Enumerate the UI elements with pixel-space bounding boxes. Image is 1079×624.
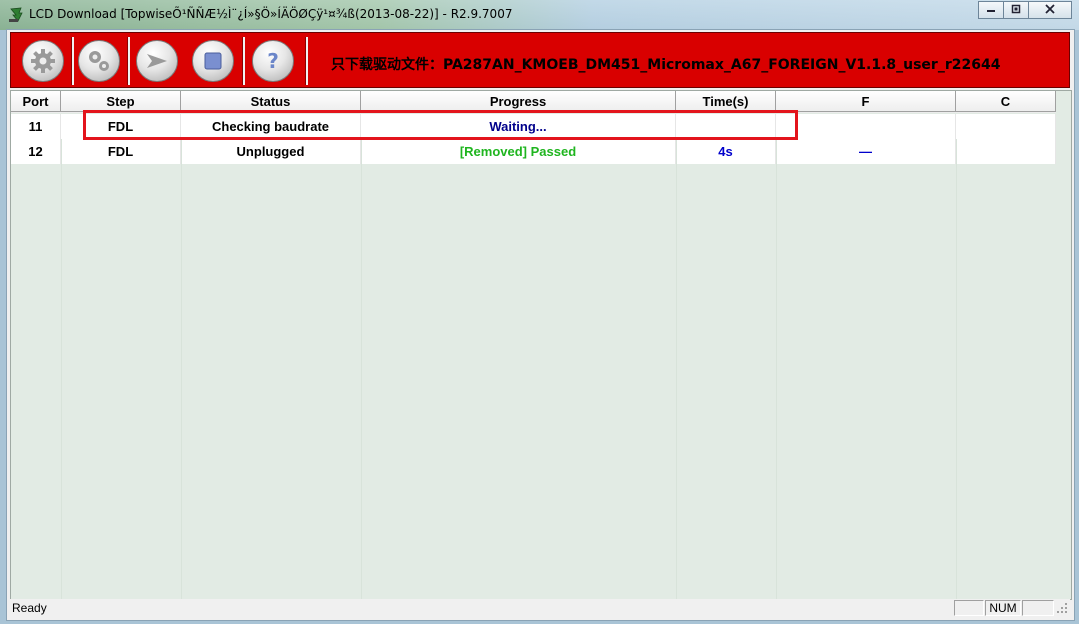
port-cell: 11 bbox=[11, 114, 61, 139]
column-header-c[interactable]: C bbox=[956, 91, 1056, 112]
close-icon bbox=[1045, 3, 1055, 17]
window-title: LCD Download [TopwiseÕ¹ÑÑÆ½Ì¨¿Í»§Ö»ÍÄÖØÇ… bbox=[29, 7, 513, 21]
toolbar: ? 只下载驱动文件：PA287AN_KMOEB_DM451_Micromax_A… bbox=[10, 32, 1070, 88]
grid-line bbox=[776, 139, 777, 599]
grid-line bbox=[956, 139, 957, 599]
grid-header: Port Step Status Progress Time(s) F C bbox=[11, 91, 1056, 113]
column-header-status[interactable]: Status bbox=[181, 91, 361, 112]
step-cell: FDL bbox=[61, 139, 181, 164]
maximize-icon bbox=[1011, 4, 1021, 17]
question-icon: ? bbox=[267, 49, 279, 73]
column-header-f[interactable]: F bbox=[776, 91, 956, 112]
c-cell bbox=[956, 139, 1056, 164]
toolbar-separator bbox=[305, 37, 308, 85]
step-cell: FDL bbox=[61, 114, 181, 139]
grid-line bbox=[676, 139, 677, 599]
column-header-step[interactable]: Step bbox=[61, 91, 181, 112]
time-cell bbox=[676, 114, 776, 139]
f-cell bbox=[776, 114, 956, 139]
port-grid[interactable]: Port Step Status Progress Time(s) F C 11… bbox=[10, 90, 1072, 600]
status-cell: Unplugged bbox=[181, 139, 361, 164]
gear-icon bbox=[31, 49, 55, 73]
help-button[interactable]: ? bbox=[252, 40, 294, 82]
maximize-button[interactable] bbox=[1003, 1, 1029, 19]
resize-grip-icon[interactable] bbox=[1056, 602, 1068, 614]
port-cell: 12 bbox=[11, 139, 61, 164]
load-settings-button[interactable] bbox=[22, 40, 64, 82]
download-arrow-icon bbox=[9, 7, 23, 22]
toolbar-separator bbox=[127, 37, 130, 85]
column-header-port[interactable]: Port bbox=[11, 91, 61, 112]
play-arrow-icon bbox=[147, 54, 167, 68]
status-cell: Checking baudrate bbox=[181, 114, 361, 139]
status-bar: Ready NUM bbox=[10, 599, 1070, 617]
configure-button[interactable] bbox=[78, 40, 120, 82]
progress-cell: Waiting... bbox=[361, 114, 676, 139]
grid-line bbox=[181, 139, 182, 599]
c-cell bbox=[956, 114, 1056, 139]
table-row[interactable]: 12 FDL Unplugged [Removed] Passed 4s — bbox=[11, 139, 1056, 164]
toolbar-separator bbox=[242, 37, 245, 85]
minimize-button[interactable] bbox=[978, 1, 1004, 19]
status-pane-scroll bbox=[1022, 600, 1054, 616]
grid-line bbox=[61, 139, 62, 599]
stop-square-icon bbox=[204, 52, 222, 70]
minimize-icon bbox=[986, 4, 996, 16]
status-pane-num: NUM bbox=[985, 600, 1021, 616]
gears-icon bbox=[89, 51, 109, 71]
column-header-progress[interactable]: Progress bbox=[361, 91, 676, 112]
load-info-text: 只下载驱动文件：PA287AN_KMOEB_DM451_Micromax_A67… bbox=[331, 57, 1001, 73]
f-cell: — bbox=[776, 139, 956, 164]
time-cell: 4s bbox=[676, 139, 776, 164]
grid-line bbox=[361, 139, 362, 599]
close-button[interactable] bbox=[1028, 1, 1072, 19]
toolbar-separator bbox=[71, 37, 74, 85]
client-area: ? 只下载驱动文件：PA287AN_KMOEB_DM451_Micromax_A… bbox=[6, 29, 1075, 621]
table-row[interactable]: 11 FDL Checking baudrate Waiting... bbox=[11, 114, 1056, 139]
start-button[interactable] bbox=[136, 40, 178, 82]
stop-button[interactable] bbox=[192, 40, 234, 82]
status-text: Ready bbox=[12, 601, 47, 615]
progress-cell: [Removed] Passed bbox=[361, 139, 676, 164]
status-pane-caps bbox=[954, 600, 984, 616]
lcd-download-window: LCD Download [TopwiseÕ¹ÑÑÆ½Ì¨¿Í»§Ö»ÍÄÖØÇ… bbox=[0, 0, 1079, 624]
svg-text:?: ? bbox=[267, 49, 279, 73]
column-header-time[interactable]: Time(s) bbox=[676, 91, 776, 112]
window-controls bbox=[978, 1, 1072, 20]
title-bar[interactable]: LCD Download [TopwiseÕ¹ÑÑÆ½Ì¨¿Í»§Ö»ÍÄÖØÇ… bbox=[0, 0, 1079, 30]
